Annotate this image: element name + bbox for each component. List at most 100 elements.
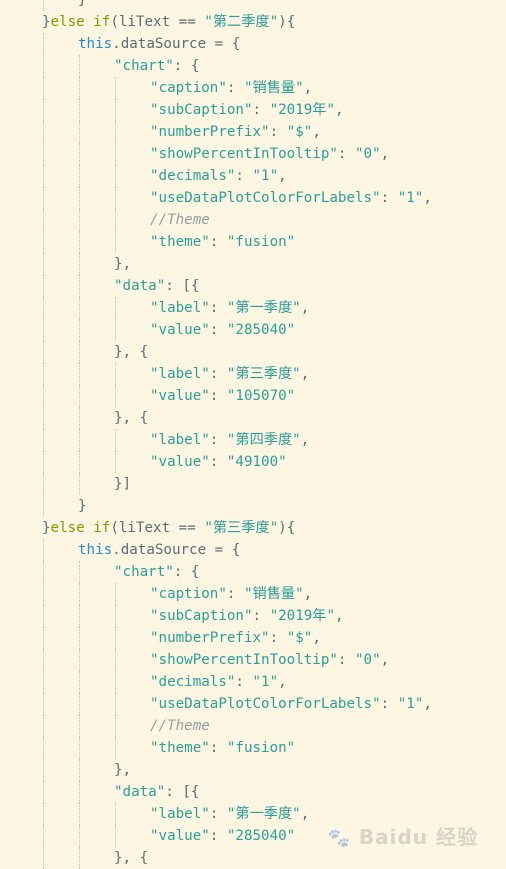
code-token: //Theme [150, 718, 210, 734]
code-editor[interactable]: }}else if(liText == "第二季度"){this.dataSou… [0, 0, 506, 869]
code-line[interactable]: }, [114, 759, 131, 781]
code-token: } [78, 498, 87, 514]
code-line[interactable]: "useDataPlotColorForLabels": "1", [150, 187, 432, 209]
code-token: : [209, 432, 227, 448]
code-token: , [300, 366, 310, 382]
indent-guide [115, 187, 116, 209]
code-token: : [269, 630, 287, 646]
code-line[interactable]: "showPercentInTooltip": "0", [150, 649, 389, 671]
code-token: "value" [150, 322, 210, 338]
indent-guide [79, 77, 80, 99]
indent-guide [79, 55, 80, 77]
code-token: "numberPrefix" [150, 630, 270, 646]
code-token: "1" [397, 696, 424, 712]
code-token: "theme" [150, 234, 210, 250]
indent-guide [43, 253, 44, 275]
indent-guide [43, 693, 44, 715]
code-token: : { [173, 564, 200, 580]
code-token: "numberPrefix" [150, 124, 270, 140]
indent-guide [79, 561, 80, 583]
indent-guide [43, 385, 44, 407]
indent-guide [79, 605, 80, 627]
code-token: "caption" [150, 80, 227, 96]
code-line[interactable]: } [78, 495, 87, 517]
code-token: "0" [355, 652, 381, 668]
code-line[interactable]: "subCaption": "2019年", [150, 99, 344, 121]
code-line[interactable]: "label": "第三季度", [150, 363, 309, 385]
code-line[interactable]: "subCaption": "2019年", [150, 605, 344, 627]
code-line[interactable]: "chart": { [114, 561, 199, 583]
code-line[interactable]: "chart": { [114, 55, 199, 77]
code-line[interactable]: "label": "第四季度", [150, 429, 309, 451]
indent-guide [115, 583, 116, 605]
code-token: "value" [150, 454, 210, 470]
code-token: "caption" [150, 586, 227, 602]
indent-guide [79, 429, 80, 451]
code-line[interactable]: }else if(liText == "第二季度"){ [42, 11, 295, 33]
code-token: : [209, 806, 227, 822]
code-token: .dataSource = { [112, 36, 241, 52]
code-line[interactable]: "data": [{ [114, 275, 199, 297]
indent-guide [43, 473, 44, 495]
indent-guide [43, 781, 44, 803]
code-line[interactable]: "value": "285040" [150, 825, 295, 847]
code-line[interactable]: //Theme [150, 715, 210, 737]
code-line[interactable]: //Theme [150, 209, 210, 231]
code-token: "decimals" [150, 674, 236, 690]
code-token: : [209, 300, 227, 316]
code-line[interactable]: "decimals": "1", [150, 671, 287, 693]
code-line[interactable]: this.dataSource = { [78, 33, 240, 55]
code-line[interactable]: }, { [114, 407, 148, 429]
indent-guide [115, 121, 116, 143]
indent-guide [79, 825, 80, 847]
code-line[interactable]: "numberPrefix": "$", [150, 121, 321, 143]
code-line[interactable]: "numberPrefix": "$", [150, 627, 321, 649]
indent-guide [43, 209, 44, 231]
code-token: "105070" [226, 388, 296, 404]
code-line[interactable]: "value": "285040" [150, 319, 295, 341]
code-line[interactable]: "data": [{ [114, 781, 199, 803]
code-line[interactable]: "theme": "fusion" [150, 737, 295, 759]
indent-guide [79, 253, 80, 275]
code-line[interactable]: "caption": "销售量", [150, 77, 312, 99]
indent-guide [115, 605, 116, 627]
code-token: , [380, 652, 390, 668]
indent-guide [79, 649, 80, 671]
code-token: //Theme [150, 212, 210, 228]
code-line[interactable]: "showPercentInTooltip": "0", [150, 143, 389, 165]
code-line[interactable]: "label": "第一季度", [150, 297, 309, 319]
indent-guide [43, 187, 44, 209]
code-line[interactable]: }, [114, 253, 131, 275]
code-line[interactable]: }else if(liText == "第三季度"){ [42, 517, 295, 539]
code-token: } [42, 14, 51, 30]
code-token: } [78, 0, 87, 8]
code-line[interactable]: "value": "49100" [150, 451, 287, 473]
code-token: , [423, 696, 432, 712]
code-line[interactable]: "useDataPlotColorForLabels": "1", [150, 693, 432, 715]
code-line[interactable]: } [78, 0, 87, 11]
indent-guide [43, 121, 44, 143]
code-token: "useDataPlotColorForLabels" [150, 190, 381, 206]
code-line[interactable]: "value": "105070" [150, 385, 295, 407]
indent-guide [43, 231, 44, 253]
code-line[interactable]: "theme": "fusion" [150, 231, 295, 253]
indent-guide [79, 693, 80, 715]
indent-guide [115, 297, 116, 319]
code-token: "285040" [226, 828, 296, 844]
indent-guide [43, 825, 44, 847]
code-token: : [337, 146, 356, 162]
indent-guide [79, 451, 80, 473]
code-token: "1" [252, 168, 279, 184]
code-line[interactable]: "caption": "销售量", [150, 583, 312, 605]
indent-guide [115, 77, 116, 99]
indent-guide [79, 121, 80, 143]
code-line[interactable]: "decimals": "1", [150, 165, 287, 187]
indent-guide [43, 77, 44, 99]
code-token: , [278, 674, 287, 690]
code-line[interactable]: this.dataSource = { [78, 539, 240, 561]
code-line[interactable]: }, { [114, 341, 148, 363]
code-line[interactable]: }] [114, 473, 131, 495]
code-line[interactable]: "label": "第一季度", [150, 803, 309, 825]
code-token: : [{ [165, 784, 200, 800]
indent-guide [43, 143, 44, 165]
